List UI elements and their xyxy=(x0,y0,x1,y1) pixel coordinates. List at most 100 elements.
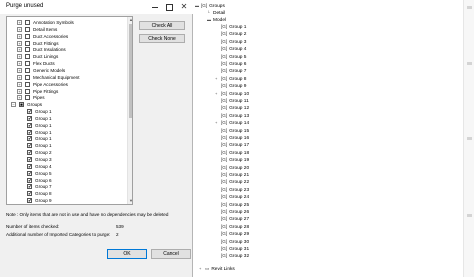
browser-group-item[interactable]: [G] Group 30 xyxy=(215,238,249,245)
browser-group-item[interactable]: [G] Group 13 xyxy=(215,112,249,119)
browser-group-item[interactable]: [G] Group 21 xyxy=(215,171,249,178)
ok-button[interactable]: OK xyxy=(107,249,147,259)
cancel-button[interactable]: Cancel xyxy=(151,249,191,259)
group-icon: [G] xyxy=(221,83,228,89)
check-all-button[interactable]: Check All xyxy=(139,21,185,30)
checkbox-icon[interactable]: ✔ xyxy=(27,157,32,162)
browser-group-item[interactable]: [G] Group 11 xyxy=(215,97,249,104)
collapse-icon[interactable]: − xyxy=(11,102,16,108)
checkbox-icon[interactable] xyxy=(25,74,30,80)
browser-detail-node[interactable]: └ Detail xyxy=(207,9,225,16)
group-icon: [G] xyxy=(221,112,228,118)
maximize-icon[interactable] xyxy=(164,2,174,11)
browser-group-item[interactable]: [G] Group 25 xyxy=(215,201,249,208)
browser-group-item[interactable]: + [G] Group 8 xyxy=(215,75,246,82)
checkbox-icon[interactable] xyxy=(25,33,30,39)
browser-groups-node[interactable]: ▬ [G] Groups xyxy=(195,2,225,9)
scroll-up-icon[interactable]: ▲ xyxy=(128,17,132,23)
close-icon[interactable]: ✕ xyxy=(178,1,190,12)
browser-group-item[interactable]: [G] Group 15 xyxy=(215,127,249,134)
browser-group-item[interactable]: [G] Group 17 xyxy=(215,141,249,148)
checkbox-icon[interactable]: ✔ xyxy=(27,129,32,135)
expand-icon[interactable]: + xyxy=(17,61,22,67)
checkbox-icon[interactable]: ✔ xyxy=(27,177,32,183)
expand-icon[interactable]: + xyxy=(17,95,22,101)
browser-group-item[interactable]: [G] Group 19 xyxy=(215,156,249,163)
checkbox-icon[interactable] xyxy=(25,88,30,94)
check-none-button[interactable]: Check None xyxy=(139,34,185,43)
browser-group-item[interactable]: [G] Group 20 xyxy=(215,164,249,171)
browser-group-item[interactable]: [G] Group 32 xyxy=(215,252,249,259)
browser-scroll-gutter[interactable] xyxy=(463,0,474,277)
expand-icon[interactable]: + xyxy=(17,20,22,25)
browser-group-item[interactable]: [G] Group 23 xyxy=(215,186,249,193)
expand-icon[interactable]: + xyxy=(17,47,22,53)
browser-group-item[interactable]: [G] Group 1 xyxy=(215,23,246,30)
tree-scrollbar[interactable]: ▲ ▼ xyxy=(127,17,132,204)
browser-group-item[interactable]: [G] Group 31 xyxy=(215,245,249,252)
browser-group-item[interactable]: [G] Group 26 xyxy=(215,208,249,215)
browser-group-item[interactable]: [G] Group 5 xyxy=(215,53,246,60)
browser-group-label: Group 25 xyxy=(229,202,250,208)
checkbox-icon[interactable]: ✔ xyxy=(27,109,32,115)
checkbox-icon[interactable] xyxy=(25,40,30,46)
browser-group-item[interactable]: [G] Group 6 xyxy=(215,60,246,67)
expand-icon[interactable]: + xyxy=(17,74,22,80)
browser-group-item[interactable]: [G] Group 24 xyxy=(215,193,249,200)
checkbox-icon[interactable]: ✔ xyxy=(27,170,32,176)
gutter-mark xyxy=(467,6,472,9)
checkbox-icon[interactable]: ✔ xyxy=(27,115,32,121)
browser-group-item[interactable]: [G] Group 28 xyxy=(215,223,249,230)
checkbox-icon[interactable]: ■ xyxy=(19,102,24,108)
group-icon: [G] xyxy=(221,216,228,222)
browser-group-item[interactable]: [G] Group 18 xyxy=(215,149,249,156)
browser-group-item[interactable]: [G] Group 7 xyxy=(215,67,246,74)
browser-group-item[interactable]: + [G] Group 14 xyxy=(215,119,249,126)
browser-group-label: Group 11 xyxy=(229,99,249,104)
expand-icon[interactable]: + xyxy=(17,67,22,73)
expand-icon[interactable]: + xyxy=(17,88,22,94)
scroll-down-icon[interactable]: ▼ xyxy=(128,198,132,204)
checkbox-icon[interactable] xyxy=(25,81,30,87)
expand-icon[interactable]: + xyxy=(17,40,22,46)
browser-group-item[interactable]: [G] Group 27 xyxy=(215,215,249,222)
browser-group-item[interactable]: [G] Group 12 xyxy=(215,104,249,111)
group-icon: [G] xyxy=(221,38,228,44)
browser-group-item[interactable]: [G] Group 29 xyxy=(215,230,249,237)
checkbox-icon[interactable]: ✔ xyxy=(27,184,32,190)
dialog-title: Purge unused xyxy=(6,3,44,9)
checkbox-icon[interactable] xyxy=(25,20,30,25)
browser-group-item[interactable]: [G] Group 22 xyxy=(215,178,249,185)
browser-group-item[interactable]: [G] Group 4 xyxy=(215,45,246,52)
checkbox-icon[interactable]: ✔ xyxy=(27,163,32,169)
checkbox-icon[interactable]: ✔ xyxy=(27,198,32,204)
checkbox-icon[interactable]: ✔ xyxy=(27,191,32,197)
browser-group-label: Group 12 xyxy=(229,106,250,112)
browser-group-item[interactable]: + [G] Group 10 xyxy=(215,90,249,97)
checkbox-icon[interactable] xyxy=(25,67,30,73)
checkbox-icon[interactable] xyxy=(25,26,30,32)
checkbox-icon[interactable]: ✔ xyxy=(27,136,32,142)
checkbox-icon[interactable]: ✔ xyxy=(27,143,32,149)
expand-icon[interactable]: + xyxy=(17,54,22,60)
minimize-icon[interactable] xyxy=(150,2,160,11)
scroll-thumb[interactable] xyxy=(129,24,132,118)
checkbox-icon[interactable] xyxy=(25,95,30,101)
group-icon: [G] xyxy=(221,231,228,237)
browser-group-label: Group 22 xyxy=(229,180,250,186)
browser-group-item[interactable]: [G] Group 16 xyxy=(215,134,249,141)
expand-icon[interactable]: + xyxy=(17,81,22,87)
browser-group-item[interactable]: [G] Group 9 xyxy=(215,82,246,89)
browser-revit-links-node[interactable]: + ▭ Revit Links xyxy=(199,265,235,272)
expand-icon[interactable]: + xyxy=(17,33,22,39)
gutter-mark xyxy=(467,214,472,217)
browser-group-item[interactable]: [G] Group 3 xyxy=(215,38,246,45)
checkbox-icon[interactable]: ✔ xyxy=(27,122,32,128)
checkbox-icon[interactable] xyxy=(25,61,30,67)
expand-icon[interactable]: + xyxy=(17,26,22,32)
checkbox-icon[interactable] xyxy=(25,54,30,60)
browser-group-item[interactable]: [G] Group 2 xyxy=(215,30,246,37)
browser-model-node[interactable]: ▬ Model xyxy=(207,16,226,23)
checkbox-icon[interactable] xyxy=(25,47,30,53)
checkbox-icon[interactable]: ✔ xyxy=(27,150,32,156)
